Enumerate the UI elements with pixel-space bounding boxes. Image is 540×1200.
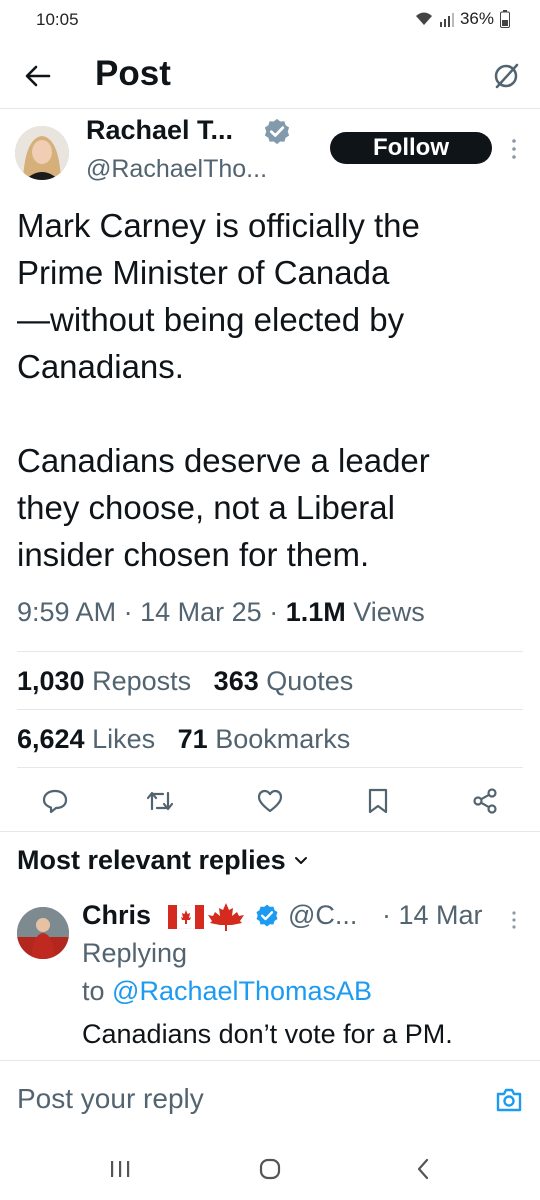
- tweet-meta: 9:59 AM · 14 Mar 25 · 1.1M Views: [17, 597, 425, 628]
- meta-separator: ·: [123, 597, 133, 627]
- share-button[interactable]: [468, 784, 502, 818]
- reply-avatar[interactable]: [17, 907, 69, 959]
- likes-stat[interactable]: 6,624 Likes: [17, 724, 155, 754]
- views-count: 1.1M: [285, 597, 346, 627]
- views-label: Views: [353, 597, 425, 627]
- meta-divider: [17, 651, 523, 652]
- reply-compose-bar: [0, 1060, 540, 1134]
- author-avatar[interactable]: [15, 126, 69, 180]
- replying-mention-link[interactable]: @RachaelThomasAB: [112, 976, 372, 1006]
- tweet-text: Mark Carney is officially the Prime Mini…: [17, 207, 430, 573]
- stats-row-reposts-quotes: 1,030 Reposts 363 Quotes: [17, 666, 353, 697]
- reply-icon: [42, 789, 68, 814]
- stats-divider-2: [17, 767, 523, 768]
- wifi-icon: [415, 12, 432, 25]
- recent-apps-button[interactable]: [105, 1154, 135, 1184]
- likes-label: Likes: [92, 724, 156, 754]
- follow-button[interactable]: Follow: [330, 132, 492, 164]
- grok-icon: [494, 63, 519, 89]
- recent-apps-icon: [111, 1161, 130, 1177]
- header-divider: [0, 108, 540, 109]
- reply-name-emojis: [168, 902, 246, 932]
- stats-row-likes-bookmarks: 6,624 Likes 71 Bookmarks: [17, 724, 350, 755]
- likes-count: 6,624: [17, 724, 85, 754]
- reply-avatar-image: [17, 907, 69, 959]
- bookmark-icon: [368, 788, 388, 814]
- status-time: 10:05: [36, 10, 79, 29]
- repost-icon: [146, 791, 174, 811]
- signal-icon: [439, 13, 454, 27]
- bookmark-button[interactable]: [361, 784, 395, 818]
- verified-badge-icon: [264, 118, 290, 145]
- reposts-stat[interactable]: 1,030 Reposts: [17, 666, 191, 696]
- camera-icon[interactable]: [494, 1085, 524, 1115]
- maple-leaf-icon: [208, 903, 244, 931]
- tweet-date: 14 Mar 25: [140, 597, 262, 627]
- actions-divider: [0, 831, 540, 832]
- reposts-label: Reposts: [92, 666, 192, 696]
- arrow-left-icon: [25, 65, 51, 87]
- replying-to: Replying to @RachaelThomasAB: [82, 934, 372, 1010]
- canada-flag-icon: [168, 905, 204, 929]
- reposts-count: 1,030: [17, 666, 85, 696]
- back-button[interactable]: [18, 56, 58, 96]
- bookmarks-label: Bookmarks: [215, 724, 351, 754]
- replies-sort-dropdown[interactable]: Most relevant replies: [17, 845, 308, 876]
- quotes-stat[interactable]: 363 Quotes: [214, 666, 354, 696]
- quotes-count: 363: [213, 666, 259, 696]
- tweet-time: 9:59 AM: [17, 597, 117, 627]
- reply-button[interactable]: [38, 784, 72, 818]
- grok-button[interactable]: [486, 56, 526, 96]
- reply-text: Canadians don’t vote for a PM.: [82, 1019, 453, 1049]
- page-title: Post: [95, 54, 171, 93]
- reply-input[interactable]: [17, 1079, 457, 1119]
- status-bar: 10:05 36%: [0, 0, 540, 40]
- like-button[interactable]: [253, 784, 287, 818]
- repost-button[interactable]: [143, 784, 177, 818]
- battery-icon: [500, 10, 510, 28]
- reply-author-name[interactable]: Chris: [82, 900, 151, 931]
- chevron-down-icon: [294, 856, 307, 864]
- more-vertical-icon[interactable]: [506, 136, 522, 162]
- meta-separator: ·: [269, 597, 279, 627]
- reply-author-handle[interactable]: @C...: [288, 900, 357, 931]
- home-icon: [259, 1158, 281, 1180]
- bookmarks-count: 71: [177, 724, 208, 754]
- author-handle[interactable]: @RachaelTho...: [86, 155, 267, 184]
- chevron-left-icon: [417, 1158, 429, 1180]
- system-navigation-bar: [0, 1134, 540, 1200]
- action-bar: [0, 778, 540, 822]
- battery-percent: 36%: [459, 9, 494, 28]
- heart-icon: [257, 789, 283, 813]
- status-indicators: 36%: [414, 9, 510, 29]
- replying-prefix: Replying: [82, 938, 188, 968]
- quotes-label: Quotes: [266, 666, 354, 696]
- system-back-button[interactable]: [408, 1154, 438, 1184]
- replies-title: Most relevant replies: [17, 845, 286, 875]
- home-button[interactable]: [255, 1154, 285, 1184]
- share-icon: [473, 788, 497, 814]
- bookmarks-stat[interactable]: 71 Bookmarks: [178, 724, 351, 754]
- more-vertical-icon[interactable]: [508, 908, 520, 932]
- stats-divider-1: [17, 709, 523, 710]
- reply-date: · 14 Mar: [382, 900, 483, 930]
- replying-to-label: to: [82, 976, 105, 1006]
- author-avatar-image: [15, 126, 69, 180]
- verified-badge-icon: [256, 904, 278, 927]
- author-name[interactable]: Rachael T...: [86, 115, 233, 146]
- top-app-bar: Post: [0, 46, 540, 108]
